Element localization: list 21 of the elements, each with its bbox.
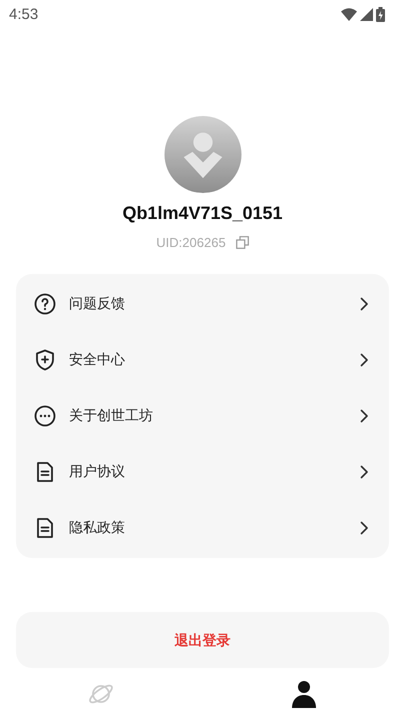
- chevron-icon: [360, 297, 369, 311]
- wifi-icon: [341, 8, 357, 20]
- menu-item[interactable]: 关于创世工坊: [16, 388, 389, 444]
- chevron-icon: [360, 521, 369, 535]
- copy-icon[interactable]: [236, 236, 249, 249]
- logout-button[interactable]: 退出登录: [16, 612, 389, 668]
- battery-icon: [376, 6, 385, 22]
- signal-icon: [360, 8, 373, 20]
- username: Qb1lm4V71S_0151: [122, 203, 283, 224]
- menu-item[interactable]: 安全中心: [16, 332, 389, 388]
- uid-text: UID:206265: [156, 235, 226, 250]
- menu-item[interactable]: 用户协议: [16, 444, 389, 500]
- menu-item[interactable]: 隐私政策: [16, 500, 389, 556]
- help-icon: [33, 292, 57, 316]
- status-time: 4:53: [9, 6, 38, 22]
- more-icon: [33, 404, 57, 428]
- chevron-icon: [360, 409, 369, 423]
- chevron-icon: [360, 353, 369, 367]
- chevron-icon: [360, 465, 369, 479]
- shield-icon: [33, 348, 57, 372]
- menu-item[interactable]: 问题反馈: [16, 276, 389, 332]
